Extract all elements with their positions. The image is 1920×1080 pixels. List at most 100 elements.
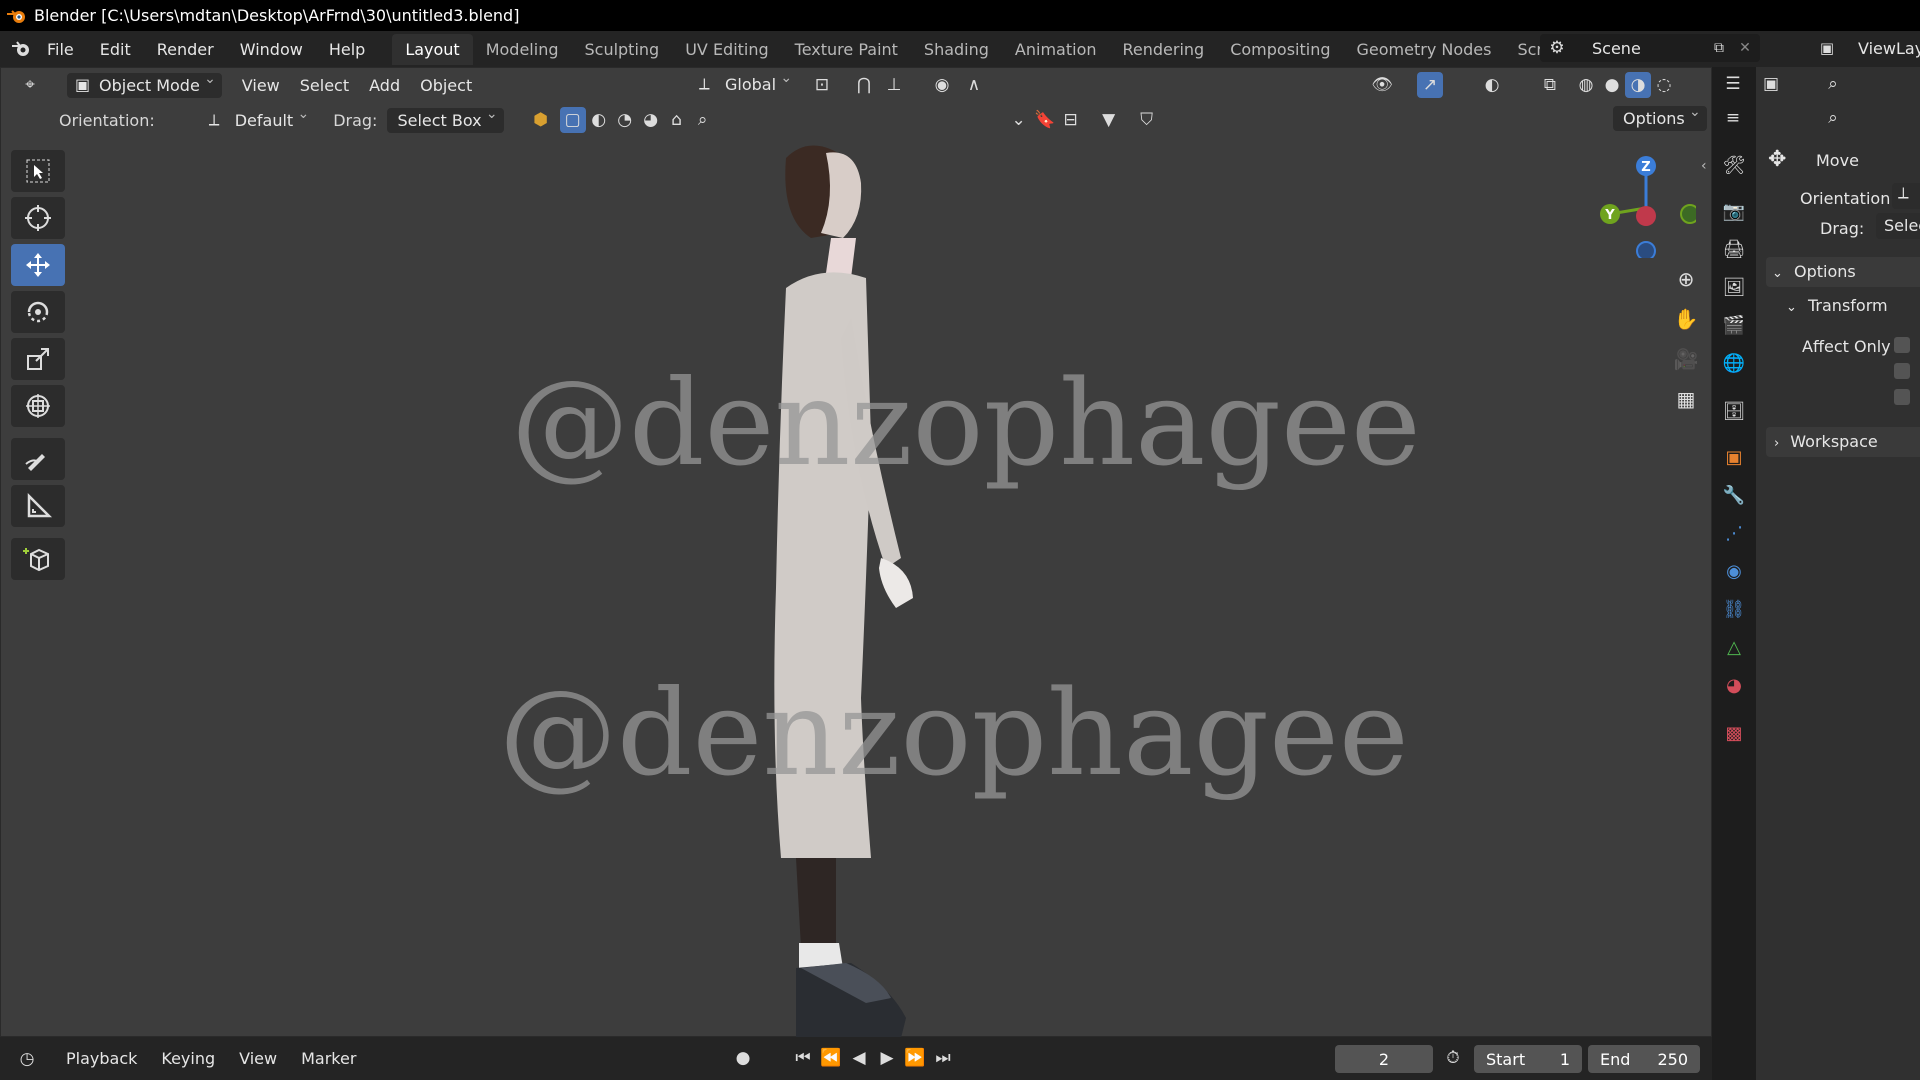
play-reverse-icon[interactable]: ◀: [846, 1045, 872, 1071]
menu-edit[interactable]: Edit: [87, 40, 144, 59]
menu-window[interactable]: Window: [227, 40, 316, 59]
menu-file[interactable]: File: [34, 40, 87, 59]
menu-view[interactable]: View: [232, 73, 290, 98]
falloff-icon[interactable]: ∧: [961, 72, 987, 98]
physics-tab-icon[interactable]: ◉: [1720, 557, 1748, 585]
move-tool[interactable]: [11, 244, 65, 286]
search-icon[interactable]: ⌕: [690, 107, 716, 133]
display-mode-icon[interactable]: ▣: [1758, 71, 1784, 97]
properties-editor-icon[interactable]: ☰: [1720, 71, 1746, 97]
zoom-icon[interactable]: ⊕: [1669, 262, 1703, 296]
affect-only-origins-checkbox[interactable]: [1894, 337, 1910, 357]
select-subtract-icon[interactable]: ◔: [612, 107, 638, 133]
timeline-editor-icon[interactable]: ◷: [14, 1046, 40, 1072]
cursor-tool[interactable]: [11, 197, 65, 239]
bookmark-icon[interactable]: 🔖: [1032, 107, 1058, 133]
options-panel-header[interactable]: ⌄ Options: [1766, 257, 1920, 287]
playback-menu[interactable]: Playback: [54, 1049, 149, 1068]
tool-tab-icon[interactable]: 🛠: [1720, 151, 1748, 179]
select-extend-icon[interactable]: ◐: [586, 107, 612, 133]
tab-sculpting[interactable]: Sculpting: [571, 34, 672, 65]
chevron-down-icon[interactable]: ⌄: [1006, 107, 1032, 133]
tab-texture-paint[interactable]: Texture Paint: [782, 34, 911, 65]
material-tab-icon[interactable]: ◕: [1720, 671, 1748, 699]
tool-search-field[interactable]: [716, 107, 1006, 133]
tab-geometry-nodes[interactable]: Geometry Nodes: [1344, 34, 1505, 65]
snap-icon[interactable]: ⋂: [851, 72, 877, 98]
tab-animation[interactable]: Animation: [1002, 34, 1110, 65]
menu-select[interactable]: Select: [290, 73, 359, 98]
annotate-tool[interactable]: [11, 438, 65, 480]
properties-search-icon[interactable]: ⌕: [1820, 105, 1846, 131]
marker-menu[interactable]: Marker: [289, 1049, 368, 1068]
new-scene-icon[interactable]: ⧉: [1706, 35, 1732, 61]
view-layer-selector[interactable]: ▣ ViewLay: [1810, 34, 1920, 62]
record-icon[interactable]: ●: [730, 1045, 756, 1071]
sidebar-toggle-icon[interactable]: ‹: [1701, 158, 1707, 174]
select-invert-icon[interactable]: ◕: [638, 107, 664, 133]
3d-viewport[interactable]: ⌖ ▣ Object Mode View Select Add Object ⟂…: [0, 67, 1712, 1043]
world-tab-icon[interactable]: 🌐: [1720, 349, 1748, 377]
rendered-shading-icon[interactable]: ◌: [1651, 72, 1677, 98]
select-box-tool[interactable]: [11, 150, 65, 192]
select-new-icon[interactable]: ▢: [559, 107, 586, 133]
pan-hand-icon[interactable]: ✋: [1669, 302, 1703, 336]
current-frame-field[interactable]: 2: [1335, 1045, 1433, 1073]
drag-dropdown[interactable]: Select Box: [387, 106, 504, 133]
menu-object[interactable]: Object: [410, 73, 482, 98]
stopwatch-icon[interactable]: ⏱: [1440, 1045, 1466, 1071]
jump-end-icon[interactable]: ⏭: [930, 1045, 956, 1071]
gizmo-toggle-icon[interactable]: ↗: [1417, 72, 1443, 98]
next-keyframe-icon[interactable]: ⏩: [902, 1045, 928, 1071]
neg-y-axis-handle[interactable]: [1680, 204, 1696, 224]
select-intersect-icon[interactable]: ⌂: [664, 107, 690, 133]
constraints-tab-icon[interactable]: ⛓: [1720, 595, 1748, 623]
object-tab-icon[interactable]: ▣: [1720, 443, 1748, 471]
overlay-icon[interactable]: ◐: [1479, 72, 1505, 98]
orientation-dropdown[interactable]: ⟂ Default: [203, 106, 315, 133]
timeline-view-menu[interactable]: View: [227, 1049, 289, 1068]
selectability-icon[interactable]: ⬢: [528, 107, 554, 133]
shield-icon[interactable]: ⛉: [1134, 107, 1160, 133]
delete-scene-icon[interactable]: ✕: [1732, 35, 1758, 61]
affect-only-locations-checkbox[interactable]: [1894, 363, 1910, 383]
wireframe-shading-icon[interactable]: ◍: [1573, 72, 1599, 98]
material-preview-icon[interactable]: ◑: [1625, 72, 1651, 98]
blender-menu-icon[interactable]: [8, 36, 34, 62]
tab-modeling[interactable]: Modeling: [473, 34, 572, 65]
options-dropdown[interactable]: Options: [1613, 104, 1707, 131]
proportional-edit-icon[interactable]: ◉: [929, 72, 955, 98]
measure-tool[interactable]: [11, 485, 65, 527]
camera-icon[interactable]: 🎥: [1669, 342, 1703, 376]
pivot-point-icon[interactable]: ⊡: [809, 72, 835, 98]
output-tab-icon[interactable]: 🖨: [1720, 235, 1748, 263]
affect-only-parents-checkbox[interactable]: [1894, 389, 1910, 409]
tab-layout[interactable]: Layout: [392, 33, 473, 65]
add-cube-tool[interactable]: [11, 538, 65, 580]
view-layer-tab-icon[interactable]: 🖼: [1720, 273, 1748, 301]
outliner-options-icon[interactable]: ≡: [1720, 105, 1746, 131]
tab-rendering[interactable]: Rendering: [1110, 34, 1218, 65]
properties-search-icon[interactable]: ⌕: [1820, 71, 1846, 97]
rotate-tool[interactable]: [11, 291, 65, 333]
menu-help[interactable]: Help: [316, 40, 378, 59]
jump-start-icon[interactable]: ⏮: [790, 1045, 816, 1071]
render-tab-icon[interactable]: 📷: [1720, 197, 1748, 225]
navigation-gizmo[interactable]: Z Y: [1586, 148, 1696, 258]
menu-add[interactable]: Add: [359, 73, 410, 98]
solid-shading-icon[interactable]: ●: [1599, 72, 1625, 98]
data-tab-icon[interactable]: △: [1720, 633, 1748, 661]
drag-field[interactable]: Select: [1876, 213, 1920, 239]
neg-z-axis-handle[interactable]: [1636, 241, 1656, 258]
menu-render[interactable]: Render: [144, 40, 227, 59]
visibility-icon[interactable]: 👁: [1369, 72, 1395, 98]
xray-icon[interactable]: ⧉: [1537, 72, 1563, 98]
filter-icon[interactable]: ▼: [1096, 107, 1122, 133]
layout-icon[interactable]: ⊟: [1058, 107, 1084, 133]
tab-compositing[interactable]: Compositing: [1217, 34, 1343, 65]
tab-uv-editing[interactable]: UV Editing: [672, 34, 781, 65]
tab-shading[interactable]: Shading: [911, 34, 1002, 65]
end-frame-field[interactable]: End 250: [1588, 1045, 1700, 1073]
x-axis-handle[interactable]: [1636, 206, 1656, 226]
collection-tab-icon[interactable]: 🗄: [1720, 397, 1748, 425]
